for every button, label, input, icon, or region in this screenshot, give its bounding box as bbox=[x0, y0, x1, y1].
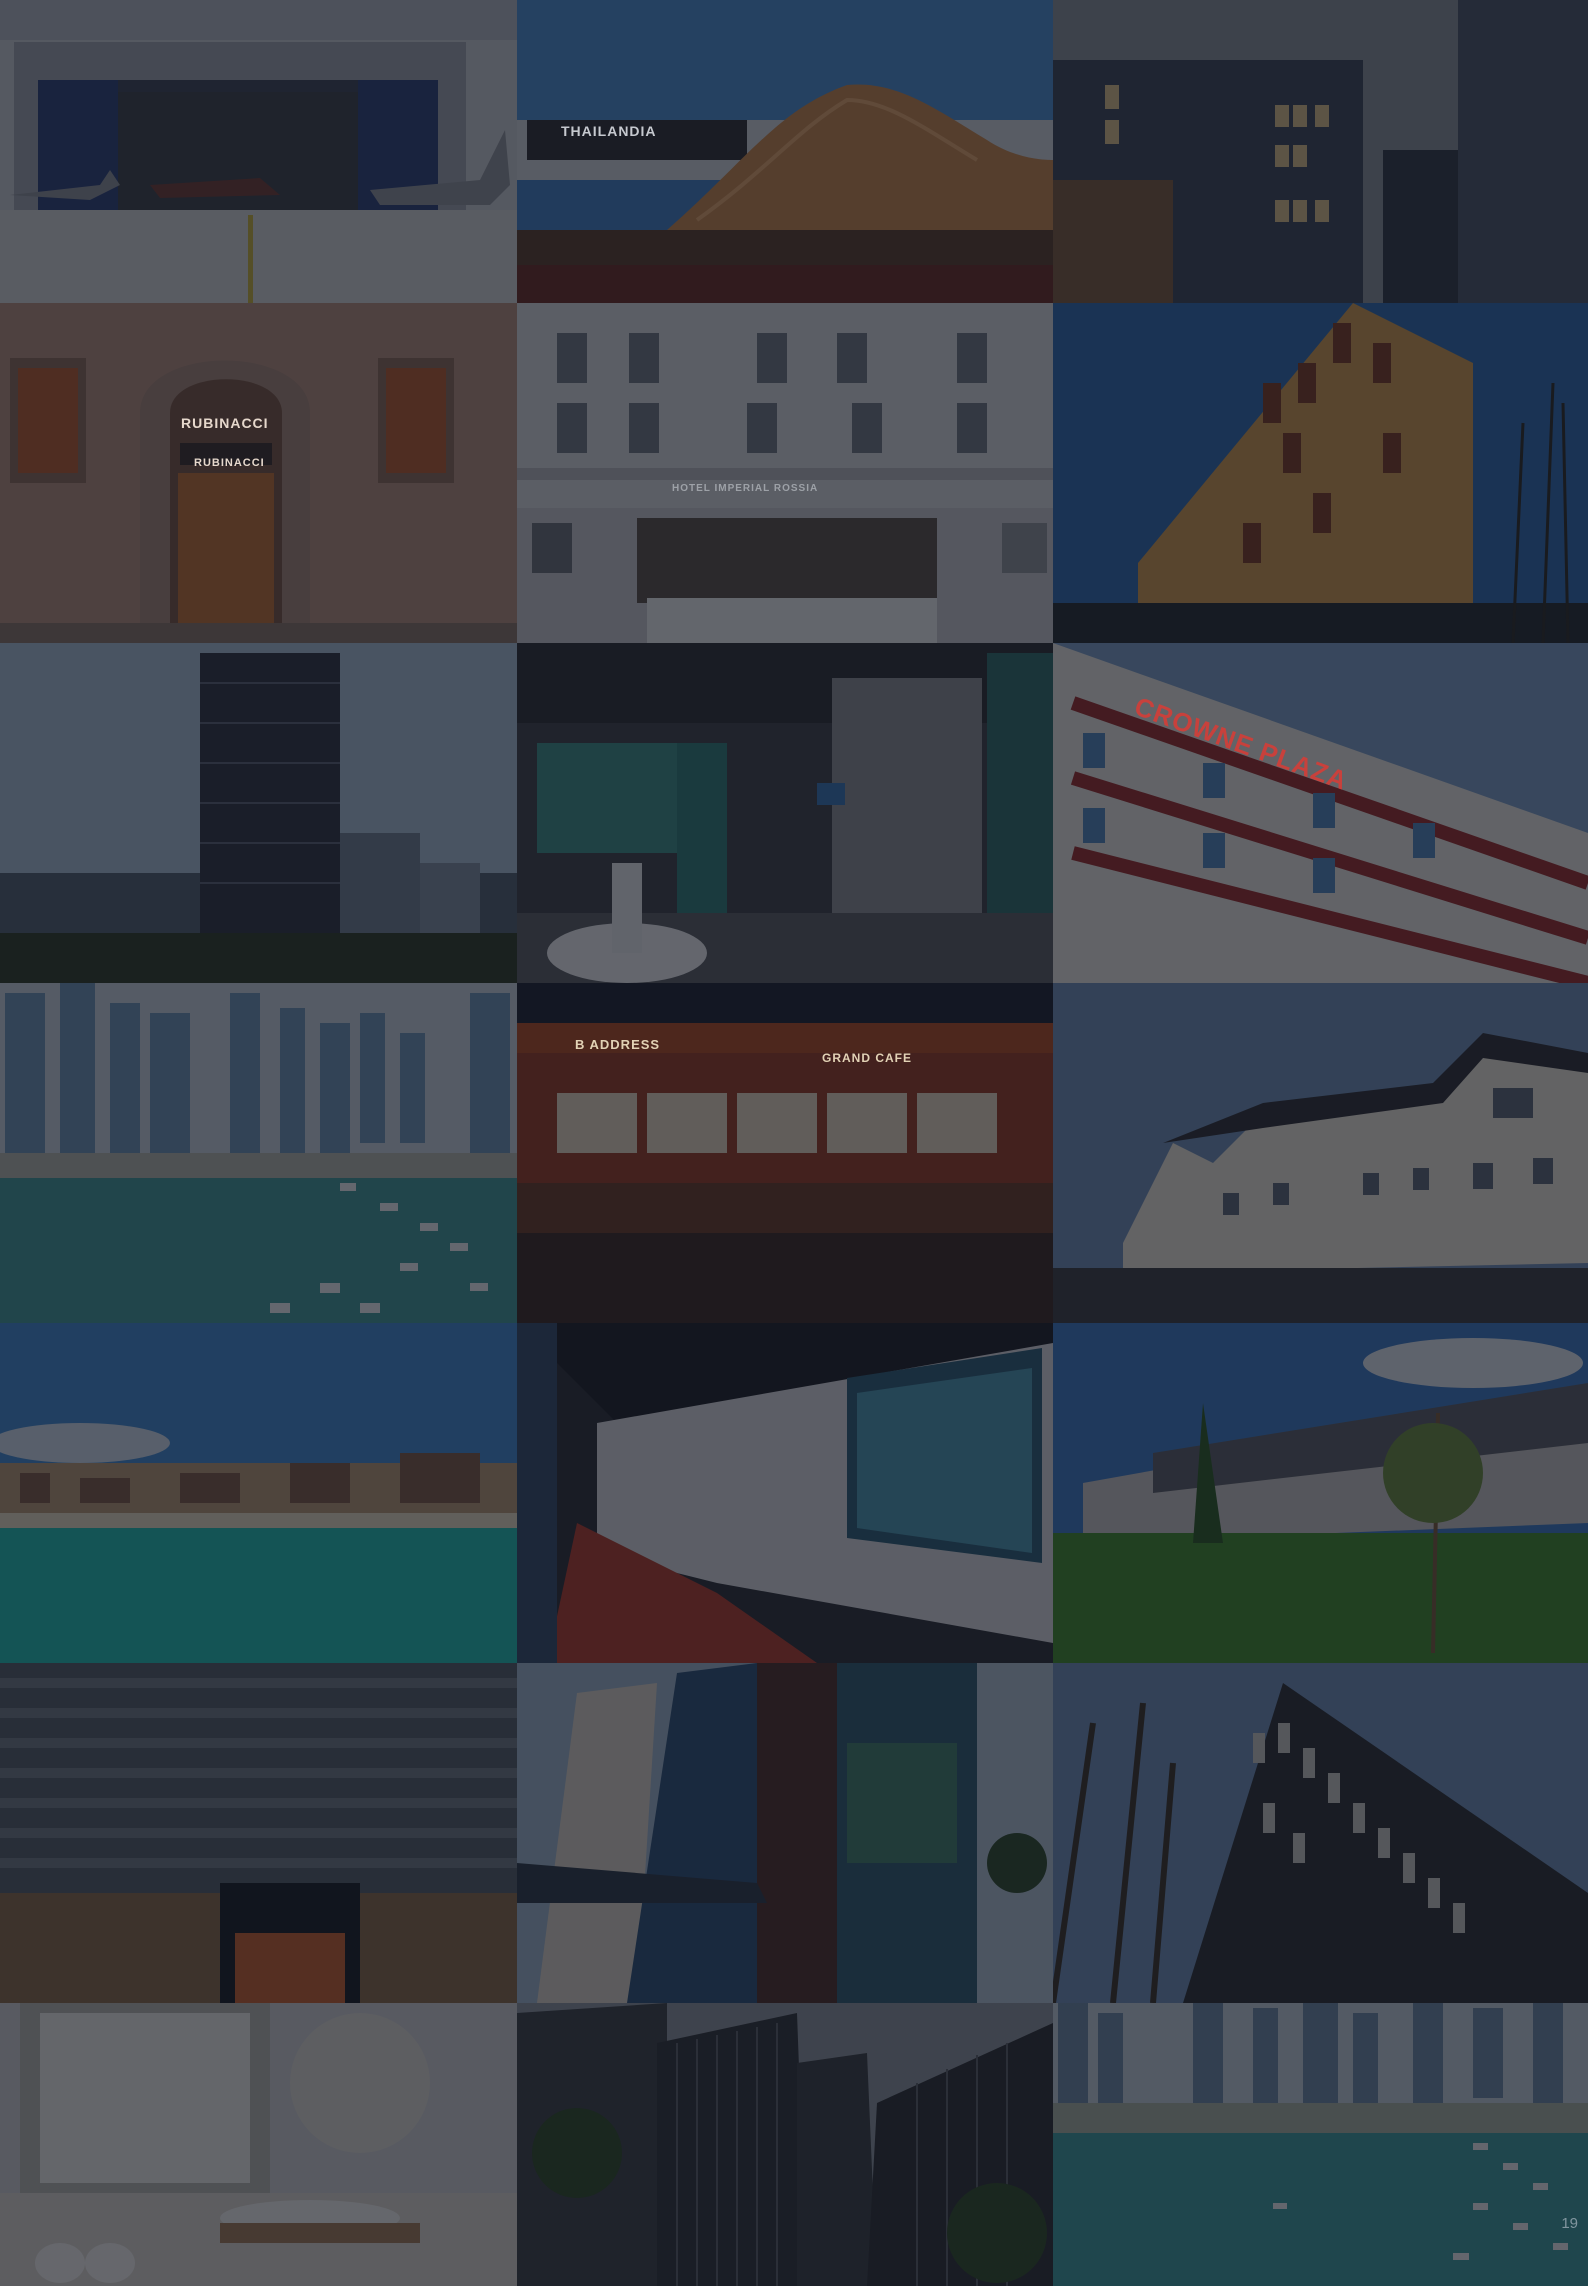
wooden-house-photo bbox=[1053, 983, 1588, 1323]
dark-facade-photo bbox=[1053, 0, 1588, 303]
night-shopfront-photo bbox=[517, 983, 1053, 1323]
gallery-tile-glass-tower[interactable] bbox=[0, 1663, 517, 2003]
gallery-tile-corridor-artwork[interactable] bbox=[517, 1323, 1053, 1663]
hotel-lobby-photo bbox=[517, 643, 1053, 983]
gallery-tile-rubinacci-boutique[interactable]: RUBINACCI RUBINACCI bbox=[0, 303, 517, 643]
gallery-tile-thailandia-pavilion[interactable]: THAILANDIA bbox=[517, 0, 1053, 303]
gallery-tile-coloured-towers[interactable] bbox=[517, 1663, 1053, 2003]
gallery-tile-hotel-lobby[interactable] bbox=[517, 643, 1053, 983]
gallery-tile-crowne-plaza[interactable]: CROWNE PLAZA bbox=[1053, 643, 1588, 983]
coloured-towers-photo bbox=[517, 1663, 1053, 2003]
gallery-tile-lawn-building[interactable] bbox=[1053, 1323, 1588, 1663]
glass-tower-photo bbox=[0, 1663, 517, 2003]
gallery-tile-beach-resort[interactable] bbox=[0, 1323, 517, 1663]
project-gallery-grid: THAILANDIA RUBINACCI RUBINACCI HOTEL IMP… bbox=[0, 0, 1588, 2286]
gallery-tile-wooden-house[interactable] bbox=[1053, 983, 1588, 1323]
gallery-tile-bathroom[interactable] bbox=[0, 2003, 517, 2286]
marina-aerial-photo bbox=[1053, 2003, 1588, 2286]
rubinacci-boutique-photo bbox=[0, 303, 517, 643]
gallery-tile-dark-facade[interactable] bbox=[1053, 0, 1588, 303]
gallery-tile-patterned-tower[interactable] bbox=[0, 643, 517, 983]
gallery-tile-angular-building[interactable] bbox=[1053, 1663, 1588, 2003]
gallery-tile-hotel-facade[interactable]: HOTEL IMPERIAL ROSSIA bbox=[517, 303, 1053, 643]
timber-buildings-photo bbox=[517, 2003, 1053, 2286]
gallery-tile-timber-buildings[interactable] bbox=[517, 2003, 1053, 2286]
gallery-tile-hangar[interactable] bbox=[0, 0, 517, 303]
dubai-marina-photo bbox=[0, 983, 517, 1323]
crowne-plaza-photo bbox=[1053, 643, 1588, 983]
gallery-tile-dubai-marina[interactable] bbox=[0, 983, 517, 1323]
page-number: 19 bbox=[1561, 2215, 1578, 2232]
beach-resort-photo bbox=[0, 1323, 517, 1663]
hotel-facade-photo bbox=[517, 303, 1053, 643]
thailandia-pavilion-photo bbox=[517, 0, 1053, 303]
hangar-photo bbox=[0, 0, 517, 303]
gallery-tile-marina-aerial[interactable] bbox=[1053, 2003, 1588, 2286]
corridor-artwork-photo bbox=[517, 1323, 1053, 1663]
bathroom-photo bbox=[0, 2003, 517, 2286]
patterned-tower-photo bbox=[0, 643, 517, 983]
angular-building-photo bbox=[1053, 1663, 1588, 2003]
wood-apartments-photo bbox=[1053, 303, 1588, 643]
gallery-tile-wood-apartments[interactable] bbox=[1053, 303, 1588, 643]
gallery-tile-night-shopfront[interactable]: B ADDRESS GRAND CAFE bbox=[517, 983, 1053, 1323]
lawn-building-photo bbox=[1053, 1323, 1588, 1663]
